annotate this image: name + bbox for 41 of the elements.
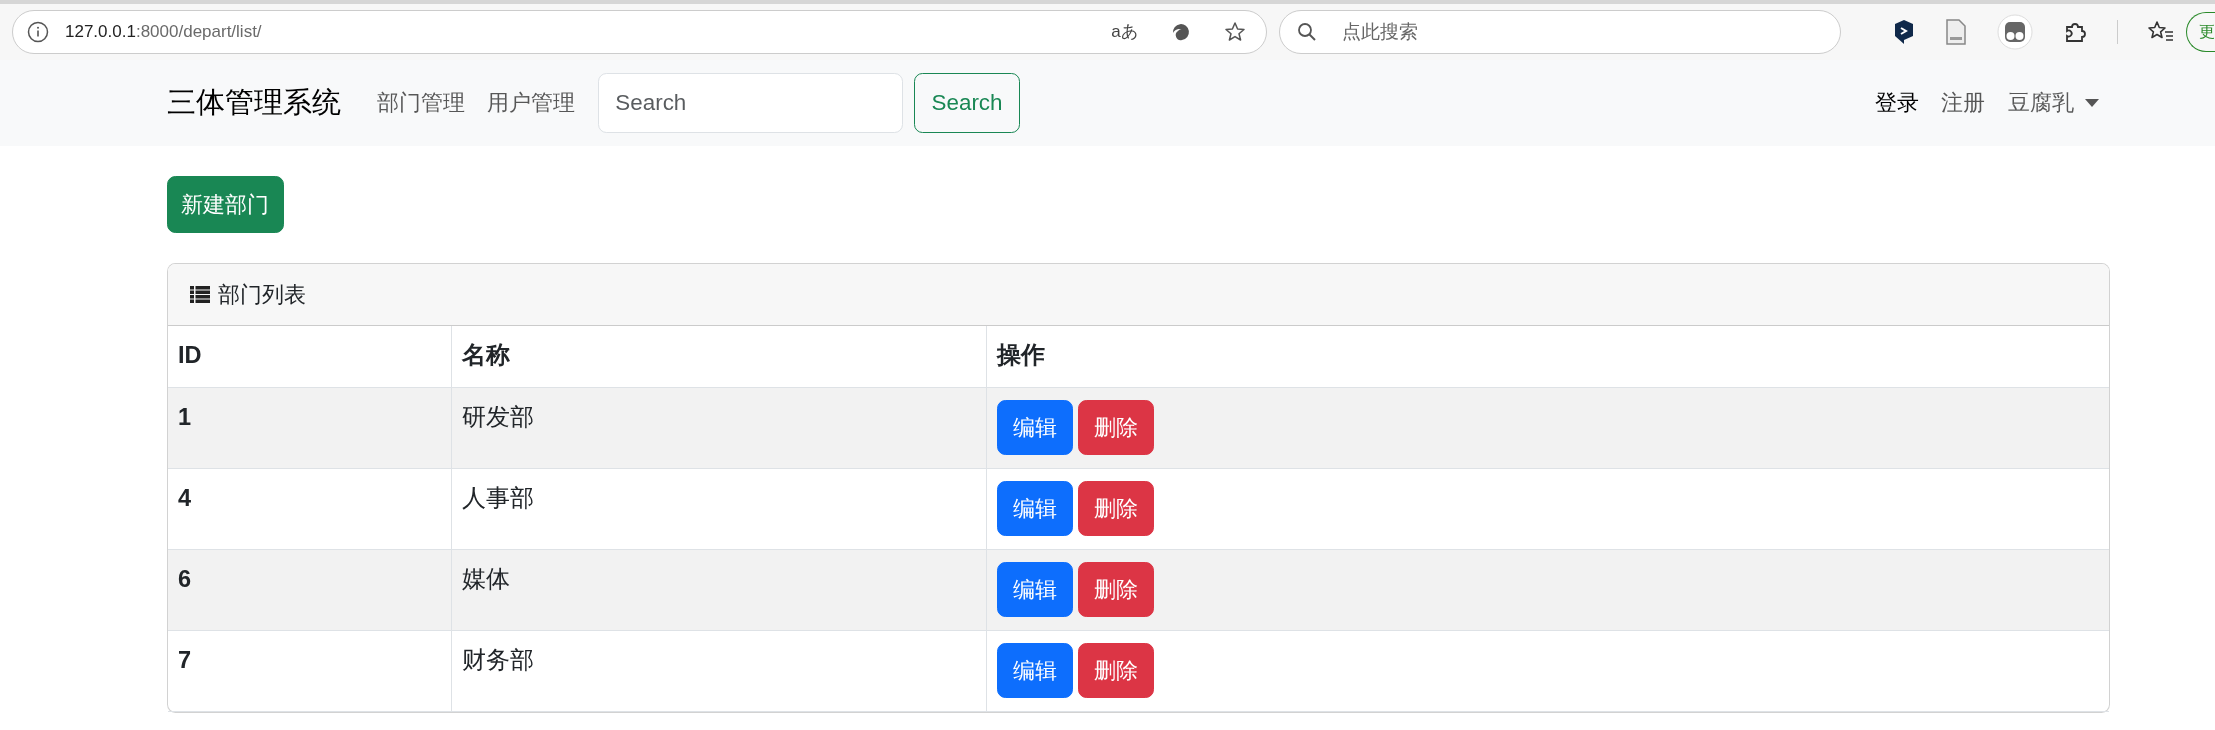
nav-link[interactable]: 登录 bbox=[1863, 86, 1931, 120]
table-cell: 4 bbox=[168, 468, 451, 549]
search-field[interactable]: Search bbox=[597, 73, 903, 133]
table-cell: 研发部 bbox=[451, 387, 986, 468]
edit-button[interactable]: 编辑 bbox=[996, 399, 1073, 456]
star-icon[interactable] bbox=[1223, 21, 1246, 43]
table-cell: 1 bbox=[168, 387, 451, 468]
table-cell: 6 bbox=[168, 549, 451, 630]
table-cell: 7 bbox=[168, 630, 451, 711]
nav-link[interactable]: 用户管理 bbox=[476, 86, 587, 120]
puzzle-icon[interactable] bbox=[2063, 20, 2087, 44]
edit-button[interactable]: 编辑 bbox=[996, 642, 1073, 699]
edit-button[interactable]: 编辑 bbox=[996, 480, 1073, 537]
column-header: ID bbox=[168, 326, 451, 387]
list-icon bbox=[190, 286, 211, 303]
card-title: 部门列表 bbox=[218, 280, 307, 309]
search-button[interactable]: Search bbox=[913, 73, 1021, 133]
translate-icon[interactable]: aあ bbox=[1111, 19, 1138, 45]
caret-icon bbox=[2084, 99, 2099, 107]
table-cell: 财务部 bbox=[451, 630, 986, 711]
column-header: 名称 bbox=[451, 326, 986, 387]
favorites-icon[interactable] bbox=[2148, 20, 2174, 44]
new-department-button[interactable]: 新建部门 bbox=[167, 176, 284, 233]
column-header: 操作 bbox=[986, 326, 2109, 387]
address-bar[interactable]: 127.0.0.1:8000/depart/list/ aあ bbox=[12, 10, 1267, 54]
extension-icon[interactable] bbox=[1893, 20, 1915, 44]
site-brand[interactable]: 三体管理系统 bbox=[167, 81, 341, 125]
nav-link[interactable]: 注册 bbox=[1930, 86, 1997, 120]
delete-button[interactable]: 删除 bbox=[1077, 399, 1154, 456]
document-icon[interactable] bbox=[1945, 19, 1967, 45]
url-text: 127.0.0.1:8000/depart/list/ bbox=[65, 21, 263, 44]
nav-link[interactable]: 部门管理 bbox=[365, 86, 476, 120]
delete-button[interactable]: 删除 bbox=[1077, 561, 1154, 618]
table-cell: 人事部 bbox=[451, 468, 986, 549]
delete-button[interactable]: 删除 bbox=[1077, 642, 1154, 699]
table-cell: 媒体 bbox=[451, 549, 986, 630]
delete-button[interactable]: 删除 bbox=[1077, 480, 1154, 537]
edit-button[interactable]: 编辑 bbox=[996, 561, 1073, 618]
user-menu[interactable]: 豆腐乳 bbox=[1996, 86, 2110, 120]
browser-search-field[interactable]: 点此搜索 bbox=[1278, 10, 1841, 54]
info-icon[interactable] bbox=[27, 21, 49, 43]
